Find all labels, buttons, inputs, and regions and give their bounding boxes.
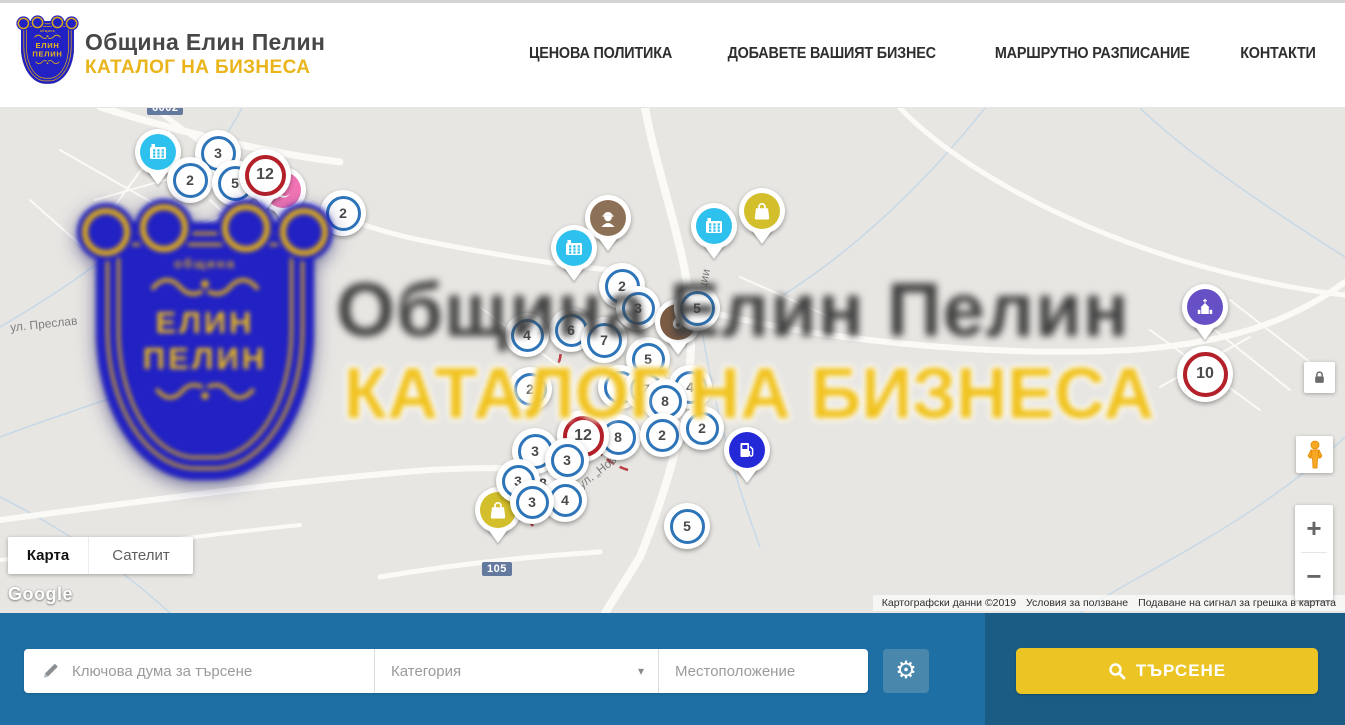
map-marker-cluster[interactable]: 3: [545, 438, 589, 482]
nav-add-business[interactable]: ДОБАВЕТЕ ВАШИЯТ БИЗНЕС: [728, 45, 936, 63]
map-data-copyright: Картографски данни ©2019: [877, 597, 1021, 609]
map-marker-cluster[interactable]: 10: [1177, 346, 1233, 402]
map-marker-pin[interactable]: [1182, 284, 1228, 351]
nav-pricing-policy[interactable]: ЦЕНОВА ПОЛИТИКА: [529, 45, 672, 63]
terms-link[interactable]: Условия за ползване: [1021, 597, 1133, 609]
lock-button[interactable]: [1304, 362, 1335, 393]
keyword-field-wrap: [24, 649, 374, 693]
header: община ЕЛИН ПЕЛИН Община Елин Пелин КАТА…: [0, 0, 1345, 108]
chevron-down-icon: ▾: [638, 664, 644, 678]
map-marker-cluster[interactable]: 2: [167, 157, 213, 203]
top-strip: [0, 0, 1345, 3]
brand[interactable]: община ЕЛИН ПЕЛИН Община Елин Пелин КАТА…: [21, 21, 325, 87]
map-marker-cluster[interactable]: 5: [674, 285, 720, 331]
markers-layer: 32512223564752748282212833343510: [0, 107, 1345, 613]
map-marker-pin[interactable]: [691, 203, 737, 270]
nav-route-schedule[interactable]: МАРШРУТНО РАЗПИСАНИЕ: [994, 45, 1189, 63]
map-type-map-button[interactable]: Карта: [8, 537, 88, 574]
crest-ornament: [32, 17, 44, 29]
crest-line1: ЕЛИН: [35, 41, 59, 50]
pencil-icon: [40, 661, 60, 681]
brand-text: Община Елин Пелин КАТАЛОГ НА БИЗНЕСА: [85, 29, 325, 79]
advanced-settings-button[interactable]: ⚙: [883, 649, 929, 693]
search-bar: Категория ▾ Местоположение ▾ ⚙ ТЪРСЕНЕ: [0, 613, 1345, 725]
map-marker-cluster[interactable]: 12: [239, 149, 291, 222]
pegman-button[interactable]: [1296, 436, 1333, 473]
zoom-control: + −: [1295, 505, 1333, 600]
factory-icon: [696, 208, 732, 244]
map-marker-pin[interactable]: [724, 427, 770, 494]
map-type-satellite-button[interactable]: Сателит: [88, 537, 193, 574]
map-marker-cluster[interactable]: 2: [640, 413, 684, 457]
keyword-search-input[interactable]: [70, 662, 344, 681]
map-marker-cluster[interactable]: 3: [510, 480, 554, 524]
map-marker-pin[interactable]: [739, 188, 785, 255]
map-marker-pin[interactable]: [551, 225, 597, 292]
map-marker-cluster[interactable]: 2: [508, 367, 552, 411]
map-marker-cluster[interactable]: 5: [664, 503, 710, 549]
nav-contacts[interactable]: КОНТАКТИ: [1240, 45, 1316, 63]
category-select-value: Категория: [391, 663, 461, 680]
main-nav: ЦЕНОВА ПОЛИТИКА ДОБАВЕТЕ ВАШИЯТ БИЗНЕС М…: [521, 0, 1320, 107]
crest-ornament: [52, 17, 64, 29]
map-marker-cluster[interactable]: 2: [680, 406, 724, 450]
bag-icon: [744, 193, 780, 229]
category-select[interactable]: Категория ▾: [374, 649, 658, 693]
crest-line2: ПЕЛИН: [32, 50, 62, 59]
search-fields-group: Категория ▾ Местоположение ▾: [24, 649, 868, 693]
map-attribution: Картографски данни ©2019 Условия за полз…: [873, 595, 1345, 611]
fuel-icon: [729, 432, 765, 468]
flourish-icon: [34, 60, 61, 66]
search-icon: [1108, 662, 1126, 680]
lock-icon: [1312, 370, 1327, 385]
pegman-icon: [1304, 440, 1326, 470]
map-marker-cluster[interactable]: 4: [505, 313, 549, 357]
map-canvas[interactable]: 6002 105 ул. Преслав бул. „Новосел ции 3…: [0, 107, 1345, 613]
crest-ornament: [18, 18, 30, 30]
church-icon: [1187, 289, 1223, 325]
crest-org-text: община: [40, 29, 55, 33]
map-marker-cluster[interactable]: 2: [320, 190, 366, 236]
factory-icon: [556, 230, 592, 266]
location-select-value: Местоположение: [675, 663, 795, 680]
flourish-icon: [33, 34, 62, 40]
municipality-logo: община ЕЛИН ПЕЛИН: [21, 21, 75, 87]
search-button[interactable]: ТЪРСЕНЕ: [1016, 648, 1318, 694]
google-logo[interactable]: Google: [8, 584, 73, 605]
crest-ornament: [66, 18, 78, 30]
map-type-control: Карта Сателит: [8, 537, 193, 574]
site-title: Община Елин Пелин: [85, 29, 325, 56]
map-marker-cluster[interactable]: 7: [581, 317, 627, 363]
zoom-out-button[interactable]: −: [1295, 553, 1333, 600]
site-subtitle: КАТАЛОГ НА БИЗНЕСА: [85, 57, 325, 79]
gear-icon: ⚙: [895, 659, 917, 683]
zoom-in-button[interactable]: +: [1295, 505, 1333, 552]
page: община ЕЛИН ПЕЛИН Община Елин Пелин КАТА…: [0, 0, 1345, 725]
